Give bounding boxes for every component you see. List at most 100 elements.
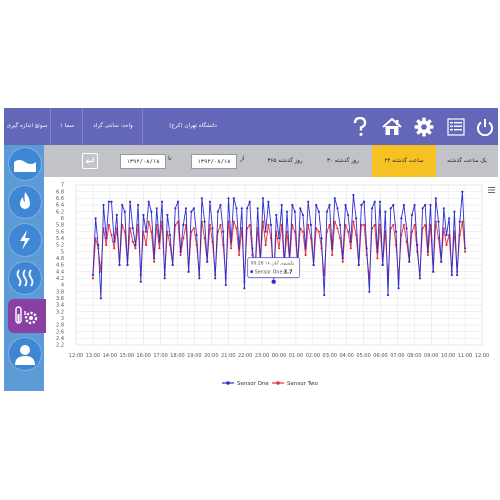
data-point <box>113 247 116 250</box>
x-tick-label: 12:00 <box>475 353 489 359</box>
data-point <box>232 220 235 223</box>
company-name: سوئچ اندازه گیری <box>6 123 48 129</box>
data-point <box>301 213 304 217</box>
data-point <box>349 240 352 243</box>
data-point <box>267 200 270 203</box>
data-point <box>331 247 334 250</box>
data-point <box>145 243 148 247</box>
data-point <box>153 257 156 260</box>
data-point <box>336 227 339 230</box>
power-button[interactable] <box>472 108 498 145</box>
data-point <box>129 200 132 203</box>
x-tick-label: 10:00 <box>441 353 455 359</box>
tab-last-month[interactable]: ۳۰ روز گذشته <box>314 145 372 177</box>
app-frame: سوئچ اندازه گیری سما ۱ واحد: سانتی گراد … <box>4 108 498 391</box>
x-tick-label: 23:00 <box>255 353 269 359</box>
data-point <box>341 260 344 263</box>
line-chart: 76.86.66.46.265.85.65.45.254.84.64.44.24… <box>56 183 495 387</box>
data-point <box>317 230 320 233</box>
data-point <box>357 263 360 267</box>
y-tick-label: 5.4 <box>56 236 64 242</box>
y-tick-label: 6.6 <box>56 196 64 202</box>
data-point <box>145 230 148 233</box>
chart-menu-button[interactable] <box>488 187 495 193</box>
data-point <box>267 223 270 227</box>
data-point <box>105 237 108 240</box>
sidebar-item-gas[interactable] <box>8 185 42 219</box>
data-point <box>418 277 421 280</box>
data-point <box>365 247 368 250</box>
report-button[interactable] <box>440 108 472 145</box>
data-point <box>381 263 384 267</box>
data-point <box>464 247 467 250</box>
data-point <box>363 223 366 227</box>
data-point <box>105 243 108 247</box>
y-tick-label: 4 <box>61 283 64 289</box>
toolbar: ۱۳۹۴/۰۸/۱۸ تا ۱۳۹۴/۰۸/۱۸ از ۳۶۵ روز گذشت… <box>44 145 498 177</box>
data-point <box>312 263 315 267</box>
sidebar-item-sensor-settings[interactable] <box>8 299 46 333</box>
data-point <box>402 223 405 227</box>
data-point <box>277 247 281 250</box>
data-point <box>219 223 222 227</box>
data-point <box>432 270 435 273</box>
data-point <box>163 277 166 280</box>
data-point <box>203 220 206 223</box>
y-axis: 76.86.66.46.265.85.65.45.254.84.64.44.24… <box>56 183 64 349</box>
data-point <box>344 203 347 207</box>
y-tick-label: 4.4 <box>56 269 64 275</box>
help-button[interactable] <box>344 108 376 145</box>
data-point <box>378 200 382 203</box>
data-point <box>368 290 371 293</box>
data-point <box>307 200 310 203</box>
hovered-point <box>270 278 277 285</box>
data-point <box>153 260 156 263</box>
tab-last-hour[interactable]: یک ساعت گذشته <box>436 145 498 177</box>
settings-button[interactable] <box>408 108 440 145</box>
legend-item-sensor-one[interactable]: Sensor One <box>222 381 269 387</box>
data-point <box>307 223 310 227</box>
unit-label: واحد: سانتی گراد <box>82 108 143 145</box>
data-point <box>280 203 283 207</box>
y-tick-label: 5.2 <box>56 243 64 249</box>
y-tick-label: 7 <box>61 183 64 189</box>
x-tick-label: 15:00 <box>120 353 134 359</box>
data-point <box>370 207 374 210</box>
data-point <box>240 207 243 210</box>
data-point <box>107 223 110 227</box>
data-point <box>118 263 121 267</box>
data-point <box>200 197 203 200</box>
data-point <box>355 217 358 220</box>
tab-last-year[interactable]: ۳۶۵ روز گذشته <box>256 145 314 177</box>
data-point <box>461 190 464 193</box>
sidebar-item-electricity[interactable] <box>8 223 42 257</box>
sidebar-item-heat[interactable] <box>8 261 42 295</box>
data-point <box>190 210 193 213</box>
data-point <box>426 250 429 253</box>
data-point <box>110 233 113 237</box>
data-point <box>373 200 376 203</box>
legend-item-sensor-two[interactable]: Sensor Two <box>272 381 319 387</box>
data-point <box>437 220 440 223</box>
data-point <box>102 203 105 207</box>
data-point <box>219 203 222 207</box>
sidebar-item-water[interactable] <box>8 147 42 181</box>
data-point <box>299 207 302 210</box>
x-tick-label: 18:00 <box>170 353 184 359</box>
data-point <box>325 210 328 213</box>
electricity-icon <box>20 230 30 250</box>
data-point <box>328 203 331 207</box>
data-point <box>309 223 312 227</box>
data-point <box>137 203 140 207</box>
data-point <box>445 233 448 237</box>
apply-button[interactable] <box>82 153 98 169</box>
tab-last-24-hours[interactable]: ۲۴ ساعت گذشته <box>372 145 436 177</box>
home-button[interactable] <box>376 108 408 145</box>
data-point <box>408 260 411 263</box>
data-point <box>179 253 182 257</box>
y-tick-label: 6.2 <box>56 209 64 215</box>
date-from-input[interactable]: ۱۳۹۴/۰۸/۱۸ <box>191 154 237 169</box>
sidebar-item-user[interactable] <box>8 337 42 371</box>
data-point <box>235 227 238 230</box>
date-to-input[interactable]: ۱۳۹۴/۰۸/۱۸ <box>120 154 166 169</box>
